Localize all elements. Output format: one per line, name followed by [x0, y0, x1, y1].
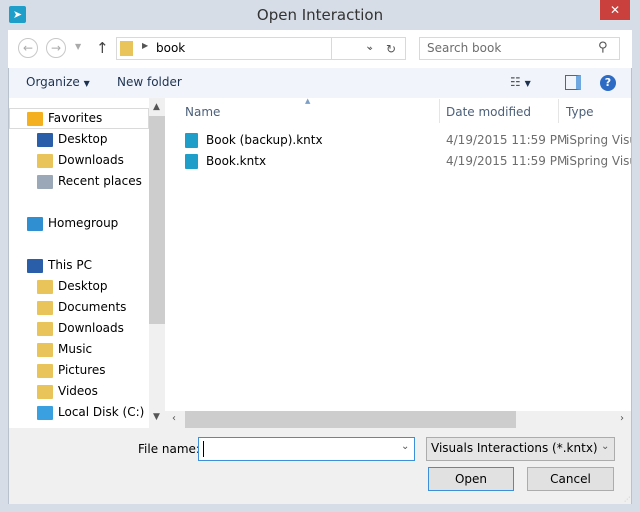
breadcrumb-separator-icon: ▶: [142, 41, 149, 50]
star-icon: [27, 111, 43, 126]
scroll-up-icon[interactable]: ▲: [153, 102, 160, 112]
sidebar-item-label: Downloads: [58, 321, 124, 335]
scroll-left-icon[interactable]: ‹: [172, 413, 176, 424]
horizontal-scrollbar[interactable]: ‹ ›: [165, 411, 631, 428]
sidebar-item-this-pc[interactable]: This PC: [27, 255, 92, 276]
sidebar-item-label: Desktop: [58, 132, 108, 146]
address-bar[interactable]: ▶ book ⌄: [116, 37, 373, 60]
downloads-folder-icon: [37, 321, 53, 336]
sidebar-item-label: Desktop: [58, 279, 108, 293]
sidebar-item-pictures[interactable]: Pictures: [37, 360, 106, 381]
sidebar-item-label: Homegroup: [48, 216, 119, 230]
search-input[interactable]: Search book: [419, 37, 620, 60]
file-name-label: File name:: [138, 442, 200, 456]
sidebar-item-downloads[interactable]: Downloads: [37, 318, 124, 339]
command-bar: [9, 68, 631, 98]
file-row[interactable]: Book (backup).kntx 4/19/2015 11:59 PM iSpr…: [185, 130, 631, 151]
window-title: Open Interaction: [256, 6, 384, 24]
file-name-dropdown-icon[interactable]: ⌄: [401, 441, 409, 452]
open-button[interactable]: Open: [428, 467, 514, 491]
desktop-folder-icon: [37, 279, 53, 294]
text-cursor: [203, 441, 204, 457]
sidebar-item-homegroup[interactable]: Homegroup: [27, 213, 118, 234]
file-type-value: Visuals Interactions (*.kntx): [431, 441, 598, 455]
close-button[interactable]: ✕: [600, 0, 630, 20]
organize-label: Organize: [26, 75, 80, 89]
column-header-type[interactable]: Type: [566, 105, 594, 119]
computer-icon: [27, 258, 43, 273]
sidebar-item-label: Documents: [58, 300, 127, 314]
column-header-name[interactable]: Name: [185, 105, 220, 119]
file-date: 4/19/2015 11:59 PM: [446, 154, 568, 168]
scroll-thumb[interactable]: [149, 116, 165, 324]
file-row[interactable]: Book.kntx 4/19/2015 11:59 PMiSpring Visua…: [185, 151, 631, 172]
recent-locations-chevron-icon[interactable]: ▼: [75, 42, 81, 51]
sidebar-item-favorites[interactable]: Favorites: [27, 108, 102, 129]
back-button[interactable]: ←: [18, 38, 38, 58]
sidebar-item-documents[interactable]: Documents: [37, 297, 126, 318]
file-date: 4/19/2015 11:59 PM: [446, 133, 568, 147]
up-button[interactable]: ↑: [96, 39, 109, 57]
sort-ascending-icon: ▲: [305, 97, 311, 105]
sidebar-item-music[interactable]: Music: [37, 339, 92, 360]
organize-button[interactable]: Organize ▼: [26, 75, 90, 89]
sidebar-item-label: Videos: [58, 384, 98, 398]
sidebar-item-local-disk-c[interactable]: Local Disk (C:): [37, 402, 144, 423]
preview-pane-icon[interactable]: [565, 75, 581, 90]
new-folder-button[interactable]: New folder: [117, 75, 182, 89]
sidebar-item-desktop[interactable]: Desktop: [37, 276, 108, 297]
file-name-input[interactable]: ⌄: [198, 437, 415, 461]
kntx-file-icon: [185, 133, 198, 148]
navigation-scrollbar[interactable]: ▲ ▼: [149, 98, 165, 428]
sidebar-item-label: Favorites: [48, 111, 103, 125]
cancel-button[interactable]: Cancel: [527, 467, 614, 491]
file-type-select[interactable]: Visuals Interactions (*.kntx) ⌄: [426, 437, 615, 461]
file-type: iSpring Visuals Interactions: [566, 133, 631, 147]
scroll-down-icon[interactable]: ▼: [153, 412, 160, 422]
recent-places-icon: [37, 174, 53, 189]
sidebar-item-label: Downloads: [58, 153, 124, 167]
resize-grip-icon[interactable]: ⋰: [624, 496, 630, 503]
file-name: Book (backup).kntx: [206, 133, 323, 147]
sidebar-item-label: Music: [58, 342, 93, 356]
file-type: iSpring Visuals Interactions: [566, 154, 631, 168]
sidebar-item-label: Local Disk (C:): [58, 405, 145, 419]
folder-icon: [120, 41, 133, 56]
local-disk-icon: [37, 405, 53, 420]
sidebar-item-label: Pictures: [58, 363, 106, 377]
navigation-pane: Favorites Desktop Downloads Recent places Ho…: [9, 98, 165, 428]
pictures-folder-icon: [37, 363, 53, 378]
sidebar-item-downloads[interactable]: Downloads: [37, 150, 124, 171]
address-history-chevron-icon[interactable]: ⌄: [366, 42, 374, 53]
breadcrumb-book[interactable]: book: [156, 41, 185, 55]
sidebar-item-label: This PC: [48, 258, 92, 272]
column-header-date[interactable]: Date modified: [446, 105, 531, 119]
sidebar-item-recent-places[interactable]: Recent places: [37, 171, 142, 192]
homegroup-icon: [27, 216, 43, 231]
help-icon[interactable]: ?: [600, 75, 616, 91]
kntx-file-icon: [185, 154, 198, 169]
videos-folder-icon: [37, 384, 53, 399]
forward-button[interactable]: →: [46, 38, 66, 58]
refresh-icon[interactable]: ↻: [377, 37, 406, 60]
sidebar-item-desktop[interactable]: Desktop: [37, 129, 108, 150]
scroll-right-icon[interactable]: ›: [620, 413, 624, 424]
sidebar-item-label: Recent places: [58, 174, 142, 188]
file-name: Book.kntx: [206, 154, 267, 168]
search-icon[interactable]: ⚲: [598, 40, 608, 55]
horizontal-scroll-thumb[interactable]: [185, 411, 516, 428]
downloads-folder-icon: [37, 153, 53, 168]
documents-folder-icon: [37, 300, 53, 315]
chevron-down-icon: ▼: [83, 79, 90, 88]
desktop-icon: [37, 132, 53, 147]
music-folder-icon: [37, 342, 53, 357]
view-options-icon[interactable]: ☷ ▼: [510, 75, 531, 89]
sidebar-item-videos[interactable]: Videos: [37, 381, 98, 402]
file-type-dropdown-icon: ⌄: [601, 441, 610, 452]
